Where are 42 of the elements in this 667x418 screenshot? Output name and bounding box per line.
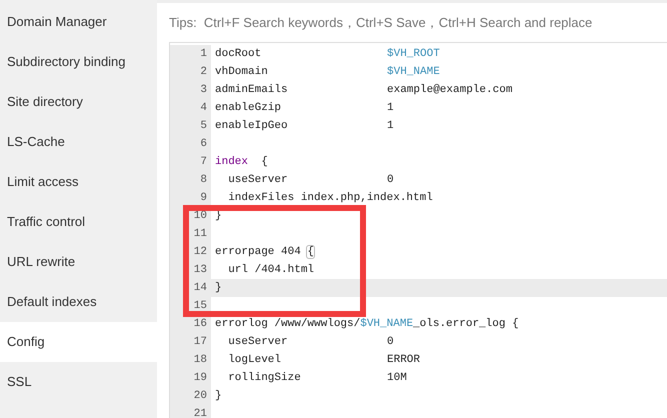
line-number: 5 [170,117,211,135]
code-text: useServer [227,172,289,188]
code-text: } [214,280,222,296]
code-value: $VH_NAME [387,64,440,80]
line-number: 6 [170,135,211,153]
code-text: } [214,388,222,404]
code-text: enableGzip [214,100,282,116]
code-text: docRoot [214,46,262,62]
line-number: 20 [170,387,211,405]
code-text: vhDomain [214,64,269,80]
code-value: 10M [387,370,407,386]
tips-text: Tips: Ctrl+F Search keywords，Ctrl+S Save，Ctrl+H Search and replace [168,14,594,32]
code-text: useServer [227,334,289,350]
line-number: 19 [170,369,211,387]
code-text: logLevel [227,352,282,368]
line-number: 9 [170,189,211,207]
code-value: example@example.com [387,82,512,98]
sidebar-item[interactable]: Config [0,322,157,362]
line-number: 8 [170,171,211,189]
code-text: enableIpGeo [214,118,289,134]
line-number: 4 [170,99,211,117]
line-number: 21 [170,405,211,418]
code-text: url /404.html [227,262,314,278]
code-value: 0 [387,172,394,188]
code-value: $VH_ROOT [387,46,440,62]
line-number: 16 [170,315,211,333]
code-text: index { [214,154,268,170]
line-number: 2 [170,63,211,81]
code-text: rollingSize [227,370,302,386]
code-text: errorlog /www/wwwlogs/$VH_NAME_ols.error_log { [214,316,519,332]
code-text: adminEmails [214,82,289,98]
line-number: 7 [170,153,211,171]
code-text: errorpage 404 { [214,244,314,260]
line-number: 1 [170,45,211,63]
line-number: 17 [170,333,211,351]
code-value: 1 [387,118,394,134]
code-value: ERROR [387,352,420,368]
line-number: 3 [170,81,211,99]
line-number: 18 [170,351,211,369]
code-text: indexFiles index.php,index.html [227,190,433,206]
code-value: 1 [387,100,394,116]
code-value: 0 [387,334,394,350]
